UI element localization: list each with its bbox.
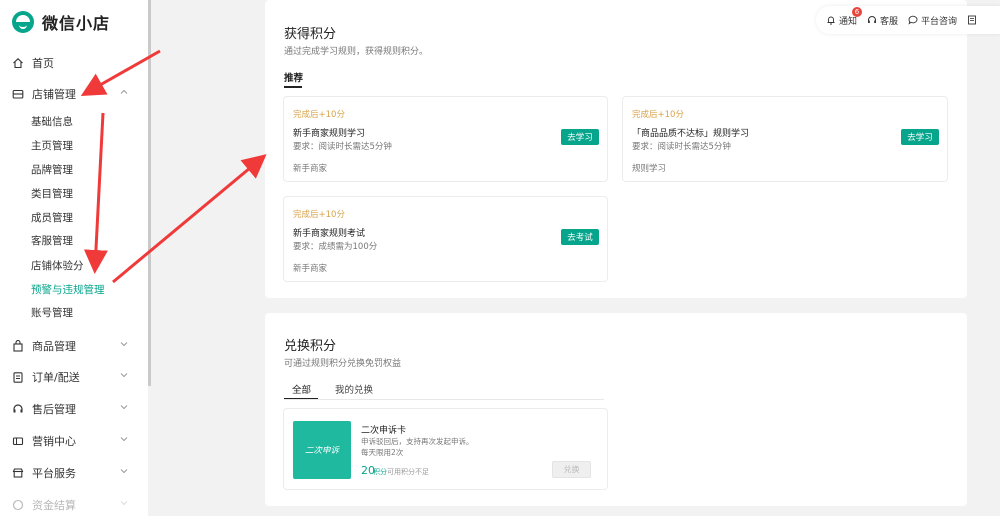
- headset-icon: [868, 16, 877, 23]
- chevron-down-icon: [120, 469, 128, 474]
- learn-button[interactable]: 去学习: [901, 129, 939, 145]
- sidebar: 微信小店 首页 店铺管理 基础信息 主页管理 品牌管理 类目管理 成员管理 客服…: [0, 0, 148, 516]
- sidebar-item-store[interactable]: 店铺管理: [0, 83, 148, 105]
- exchange-item-points-unit: 积分: [373, 468, 387, 476]
- chevron-down-icon: [120, 373, 128, 378]
- bell-icon: [827, 16, 835, 25]
- sidebar-item-label: 资金结算: [32, 499, 76, 512]
- top-toolbar: 通知 6 客服 平台咨询: [816, 6, 1000, 34]
- coin-icon: [12, 499, 24, 511]
- customer-service-label: 客服: [880, 16, 899, 27]
- shop-icon: [12, 467, 24, 479]
- sidebar-item-orders[interactable]: 订单/配送: [0, 366, 148, 388]
- brand-name: 微信小店: [42, 14, 111, 33]
- exchange-item-limit: 每天限用2次: [361, 448, 404, 457]
- chevron-down-icon: [120, 437, 128, 442]
- document-icon: [968, 15, 976, 25]
- chevron-down-icon: [120, 501, 128, 506]
- sidebar-item-aftersale[interactable]: 售后管理: [0, 398, 148, 420]
- chevron-up-icon: [120, 89, 128, 94]
- chevron-down-icon: [120, 405, 128, 410]
- exchange-item-card: 二次申诉 二次申诉卡 申诉驳回后，支持再次发起申诉。 每天限用2次 20 积分 …: [283, 408, 608, 490]
- sidebar-subitem-category[interactable]: 类目管理: [31, 186, 73, 202]
- exam-button[interactable]: 去考试: [561, 229, 599, 245]
- sidebar-subitem-basic-info[interactable]: 基础信息: [31, 114, 73, 130]
- insufficient-points-note: 可用积分不足: [387, 468, 429, 476]
- task-tag: 新手商家: [293, 264, 328, 274]
- sidebar-item-funds[interactable]: 资金结算: [0, 494, 148, 516]
- headset-icon: [12, 403, 24, 415]
- sidebar-item-platform[interactable]: 平台服务: [0, 462, 148, 484]
- task-tag: 规则学习: [632, 164, 667, 174]
- sidebar-item-goods[interactable]: 商品管理: [0, 335, 148, 357]
- bag-icon: [12, 340, 24, 352]
- sidebar-subitem-accounts[interactable]: 账号管理: [31, 305, 73, 321]
- sidebar-item-home[interactable]: 首页: [0, 52, 148, 74]
- tab-recommended[interactable]: 推荐: [284, 70, 303, 84]
- task-requirement: 要求：成绩需为100分: [293, 242, 378, 252]
- tab-active-underline: [284, 86, 302, 88]
- tab-divider: [284, 399, 604, 400]
- sidebar-item-label: 售后管理: [32, 403, 76, 416]
- task-card: 完成后+10分 新手商家规则学习 要求：阅读时长需达5分钟 新手商家 去学习: [283, 96, 608, 182]
- task-name: 新手商家规则学习: [293, 129, 366, 139]
- sidebar-item-marketing[interactable]: 营销中心: [0, 430, 148, 452]
- exchange-description: 可通过规则积分兑换免罚权益: [284, 359, 402, 369]
- exchange-title: 兑换积分: [284, 339, 337, 354]
- sidebar-item-label: 平台服务: [32, 467, 76, 480]
- sidebar-item-label: 营销中心: [32, 435, 76, 448]
- sidebar-subitem-members[interactable]: 成员管理: [31, 210, 73, 226]
- exchange-item-name: 二次申诉卡: [361, 426, 407, 436]
- platform-consult-button[interactable]: 平台咨询: [908, 14, 957, 27]
- task-card: 完成后+10分 「商品品质不达标」规则学习 要求：阅读时长需达5分钟 规则学习 …: [622, 96, 948, 182]
- sidebar-subitem-experience-score[interactable]: 店铺体验分: [31, 258, 84, 274]
- tab-my-exchanges[interactable]: 我的兑换: [335, 382, 373, 396]
- task-card: 完成后+10分 新手商家规则考试 要求：成绩需为100分 新手商家 去考试: [283, 196, 608, 282]
- notifications-button[interactable]: 通知 6: [826, 6, 862, 27]
- exchange-item-desc: 申诉驳回后，支持再次发起申诉。: [361, 437, 474, 446]
- platform-consult-label: 平台咨询: [921, 16, 958, 27]
- sidebar-subitem-homepage[interactable]: 主页管理: [31, 138, 73, 154]
- home-icon: [12, 57, 24, 69]
- task-requirement: 要求：阅读时长需达5分钟: [293, 142, 392, 152]
- sidebar-subitem-customer-service[interactable]: 客服管理: [31, 233, 73, 249]
- wechat-store-logo-icon: [12, 11, 34, 33]
- more-button[interactable]: [967, 15, 980, 25]
- task-reward: 完成后+10分: [293, 210, 345, 220]
- clipboard-icon: [12, 371, 24, 383]
- brand[interactable]: 微信小店: [12, 10, 110, 34]
- ticket-icon: [12, 435, 24, 447]
- earn-title: 获得积分: [284, 27, 337, 42]
- task-reward: 完成后+10分: [632, 110, 684, 120]
- redeem-button[interactable]: 兑换: [552, 461, 591, 478]
- sidebar-item-label: 商品管理: [32, 340, 76, 353]
- task-requirement: 要求：阅读时长需达5分钟: [632, 142, 731, 152]
- sidebar-scrollbar[interactable]: [148, 0, 151, 386]
- sidebar-item-label: 首页: [32, 57, 54, 70]
- learn-button[interactable]: 去学习: [561, 129, 599, 145]
- notification-count-badge: 6: [852, 6, 862, 17]
- sidebar-item-label: 订单/配送: [32, 371, 80, 384]
- tab-all[interactable]: 全部: [292, 382, 311, 396]
- chat-bubble-icon: [908, 15, 918, 25]
- appeal-card-image: 二次申诉: [293, 421, 351, 479]
- task-name: 新手商家规则考试: [293, 229, 366, 239]
- store-icon: [12, 88, 24, 100]
- task-name: 「商品品质不达标」规则学习: [632, 129, 750, 139]
- task-reward: 完成后+10分: [293, 110, 345, 120]
- sidebar-item-label: 店铺管理: [32, 88, 76, 101]
- sidebar-subitem-violations[interactable]: 预警与违规管理: [31, 282, 105, 298]
- chevron-down-icon: [120, 342, 128, 347]
- customer-service-button[interactable]: 客服: [867, 14, 898, 27]
- task-tag: 新手商家: [293, 164, 328, 174]
- sidebar-subitem-brand[interactable]: 品牌管理: [31, 162, 73, 178]
- earn-description: 通过完成学习规则，获得规则积分。: [284, 47, 429, 57]
